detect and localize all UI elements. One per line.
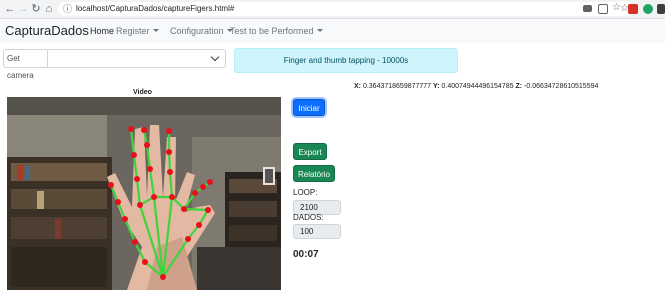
landmark-coordinates: X: 0.3643718659877777 Y: 0.4007494449615…: [354, 82, 598, 92]
landmark-connection: [183, 207, 209, 212]
dados-field: 100: [293, 224, 341, 239]
y-label: Y:: [433, 83, 440, 90]
landmark-point: [147, 166, 153, 172]
landmark-connection: [129, 128, 136, 156]
landmark-point: [128, 126, 134, 132]
landmark-point: [205, 207, 211, 213]
camera-select[interactable]: [48, 49, 226, 68]
landmark-connection: [145, 144, 152, 170]
landmark-point: [108, 182, 114, 188]
landmark-connection: [135, 178, 142, 206]
export-button[interactable]: Export: [293, 143, 327, 160]
landmark-point: [141, 127, 147, 133]
extension-green-icon[interactable]: [643, 4, 653, 14]
app-navbar: CapturaDados Home Register Configuration…: [0, 19, 665, 43]
landmark-connection: [123, 218, 137, 243]
z-label: Z:: [515, 83, 523, 90]
landmark-connection: [167, 151, 172, 173]
landmark-point: [132, 239, 138, 245]
extension-puzzle-icon[interactable]: [657, 4, 665, 14]
reading-mode-icon[interactable]: [598, 4, 608, 14]
landmark-point: [134, 176, 140, 182]
nav-home[interactable]: Home: [90, 25, 114, 37]
landmark-connection: [168, 171, 174, 198]
nav-register[interactable]: Register: [116, 25, 159, 37]
back-icon[interactable]: ←: [4, 2, 16, 16]
chevron-down-icon: [210, 52, 220, 62]
report-button[interactable]: Relatório: [293, 165, 335, 182]
landmark-point: [192, 190, 198, 196]
hand-landmarks: [108, 126, 213, 280]
elapsed-timer: 00:07: [293, 249, 319, 260]
landmark-point: [151, 194, 157, 200]
x-value: 0.3643718659877777: [362, 83, 432, 90]
landmark-point: [131, 152, 137, 158]
landmark-point: [137, 202, 143, 208]
brand-logo[interactable]: CapturaDados: [5, 23, 89, 39]
landmark-point: [115, 199, 121, 205]
landmark-point: [169, 194, 175, 200]
z-value: -0.06634728610515594: [524, 83, 599, 90]
loop-label: LOOP:: [293, 188, 318, 197]
browser-toolbar: ← → ↻ ⌂ ⓘ localhost/CapturaDados/capture…: [0, 0, 665, 19]
dados-label: DADOS:: [293, 213, 324, 222]
start-button[interactable]: Iniciar: [293, 99, 325, 116]
landmark-connection: [132, 154, 139, 180]
landmark-point: [181, 206, 187, 212]
home-icon[interactable]: ⌂: [43, 2, 55, 16]
landmark-point: [144, 142, 150, 148]
landmark-point: [142, 259, 148, 265]
landmark-point: [200, 184, 206, 190]
camera-in-use-icon[interactable]: [583, 5, 592, 12]
landmark-point: [160, 274, 166, 280]
nav-test-to-be-performed[interactable]: Test to be Performed: [230, 25, 323, 37]
landmark-point: [122, 216, 128, 222]
landmark-point: [167, 169, 173, 175]
landmark-point: [207, 179, 213, 185]
site-info-icon[interactable]: ⓘ: [63, 2, 72, 16]
get-camera-button[interactable]: Get camera: [3, 49, 48, 80]
landmark-point: [185, 236, 191, 242]
camera-video-feed: [7, 97, 281, 290]
url-text[interactable]: localhost/CapturaDados/captureFigers.htm…: [76, 2, 234, 16]
landmark-point: [196, 222, 202, 228]
landmark-point: [166, 149, 172, 155]
chevron-down-icon: [316, 29, 323, 32]
y-value: 0.400749444961547​85: [441, 83, 514, 90]
extension-red-icon[interactable]: [628, 4, 638, 14]
forward-icon[interactable]: →: [17, 2, 29, 16]
x-label: X:: [354, 83, 361, 90]
reload-icon[interactable]: ↻: [30, 2, 42, 16]
nav-configuration[interactable]: Configuration: [170, 25, 233, 37]
address-bar[interactable]: ⓘ localhost/CapturaDados/captureFigers.h…: [58, 2, 633, 16]
landmark-connection: [148, 168, 156, 198]
landmark-connection: [134, 241, 146, 263]
landmark-point: [166, 128, 172, 134]
star-icon[interactable]: ☆: [612, 3, 622, 13]
current-test-banner: Finger and thumb tapping - 10000s: [234, 48, 458, 73]
chevron-down-icon: [152, 29, 159, 32]
